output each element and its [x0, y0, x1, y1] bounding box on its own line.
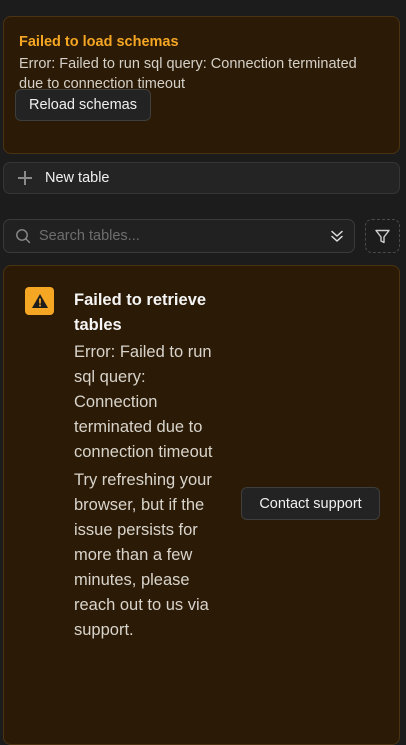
- schema-error-message: Error: Failed to run sql query: Connecti…: [19, 56, 357, 92]
- filter-button[interactable]: [365, 219, 400, 253]
- new-table-button[interactable]: New table: [3, 162, 400, 194]
- tables-error-content: Failed to retrieve tables Error: Failed …: [74, 288, 214, 643]
- tables-error-hint: Try refreshing your browser, but if the …: [74, 471, 212, 639]
- schema-error-alert: Failed to load schemas Error: Failed to …: [3, 16, 400, 154]
- chevrons-icon[interactable]: [329, 228, 345, 244]
- filter-icon: [375, 229, 390, 243]
- search-box: [3, 219, 355, 253]
- plus-icon: [18, 171, 32, 185]
- search-tables-input[interactable]: [39, 221, 329, 251]
- reload-schemas-button[interactable]: Reload schemas: [15, 89, 151, 121]
- tables-error-title: Failed to retrieve tables: [74, 291, 207, 334]
- contact-support-button[interactable]: Contact support: [241, 487, 380, 520]
- warning-icon: [25, 287, 54, 315]
- schema-error-title: Failed to load schemas: [19, 34, 179, 50]
- tables-error-message: Error: Failed to run sql query: Connecti…: [74, 343, 213, 461]
- new-table-label: New table: [45, 170, 110, 186]
- tables-error-alert: Failed to retrieve tables Error: Failed …: [3, 265, 400, 745]
- search-icon: [16, 229, 31, 244]
